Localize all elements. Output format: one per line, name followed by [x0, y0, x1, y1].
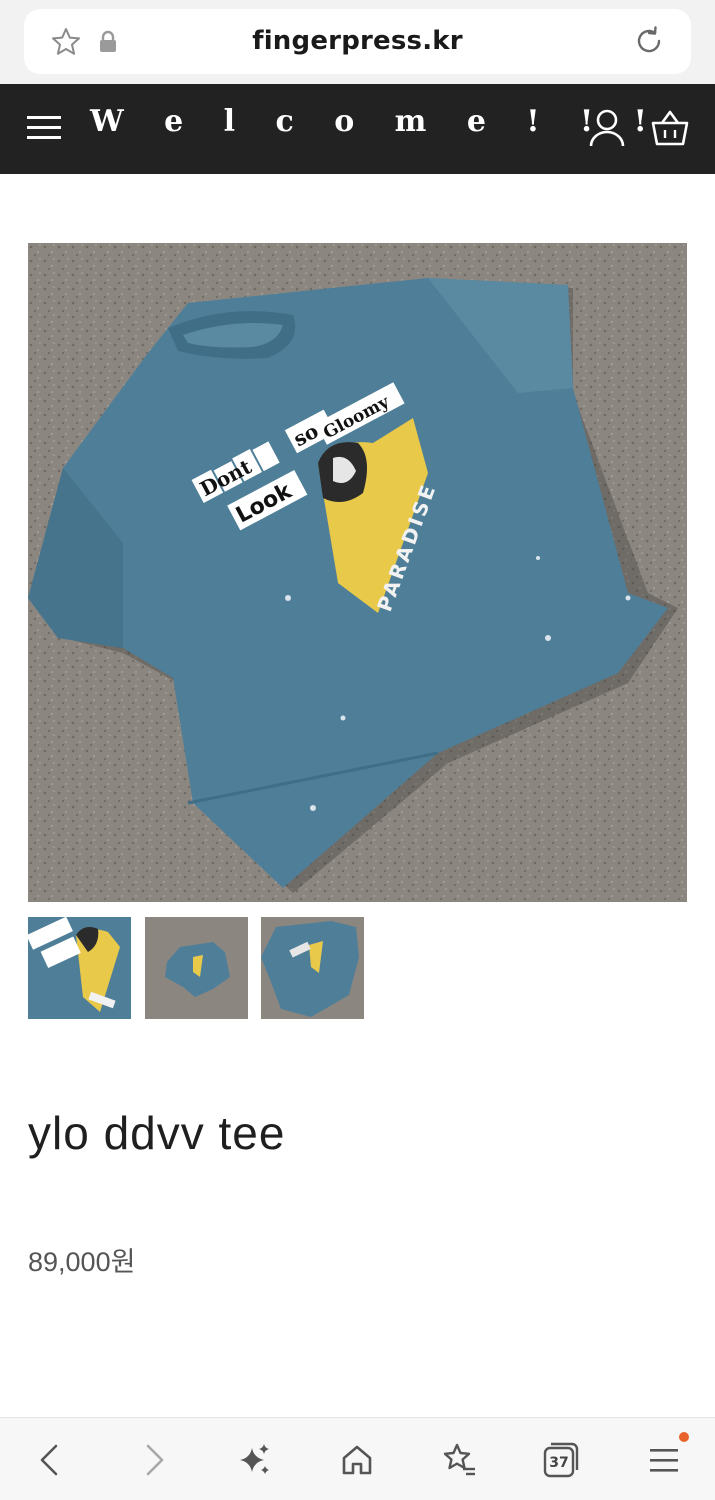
tab-count: 37: [549, 1455, 569, 1471]
reload-icon[interactable]: [632, 24, 666, 58]
product-title: ylo ddvv tee: [28, 1107, 286, 1159]
chevron-left-icon: [40, 1444, 58, 1476]
url-text[interactable]: fingerpress.kr: [24, 26, 691, 56]
bookmarks-star-icon: [443, 1443, 475, 1476]
back-button[interactable]: [30, 1440, 70, 1480]
tabs-button[interactable]: 37: [541, 1440, 581, 1480]
product-price: 89,000원: [28, 1247, 136, 1277]
thumbnail-strip: [28, 917, 368, 1019]
address-bar[interactable]: fingerpress.kr: [24, 9, 691, 74]
browser-bottom-nav: 37: [0, 1417, 715, 1500]
bookmarks-button[interactable]: [439, 1440, 479, 1480]
site-brand[interactable]: W e l c o m e ! ! !: [90, 104, 662, 139]
account-icon[interactable]: [588, 108, 626, 148]
ai-assistant-button[interactable]: [234, 1440, 274, 1480]
thumbnail-2[interactable]: [145, 917, 248, 1019]
shopping-bag-icon[interactable]: [650, 108, 690, 148]
thumbnail-3[interactable]: [261, 917, 364, 1019]
home-icon: [342, 1445, 372, 1475]
hamburger-menu-icon[interactable]: [26, 112, 62, 142]
thumbnail-1[interactable]: [28, 917, 131, 1019]
browser-menu-button[interactable]: [644, 1440, 684, 1480]
site-header: W e l c o m e ! ! !: [0, 84, 715, 174]
chevron-right-icon: [146, 1444, 164, 1476]
product-main-image[interactable]: Dont so Look Gloomy PARADISE: [28, 243, 687, 902]
menu-icon: [650, 1449, 678, 1472]
home-button[interactable]: [337, 1440, 377, 1480]
browser-toolbar: fingerpress.kr: [0, 0, 715, 84]
notification-dot: [679, 1432, 689, 1442]
forward-button[interactable]: [134, 1440, 174, 1480]
sparkle-icon: [240, 1444, 269, 1474]
